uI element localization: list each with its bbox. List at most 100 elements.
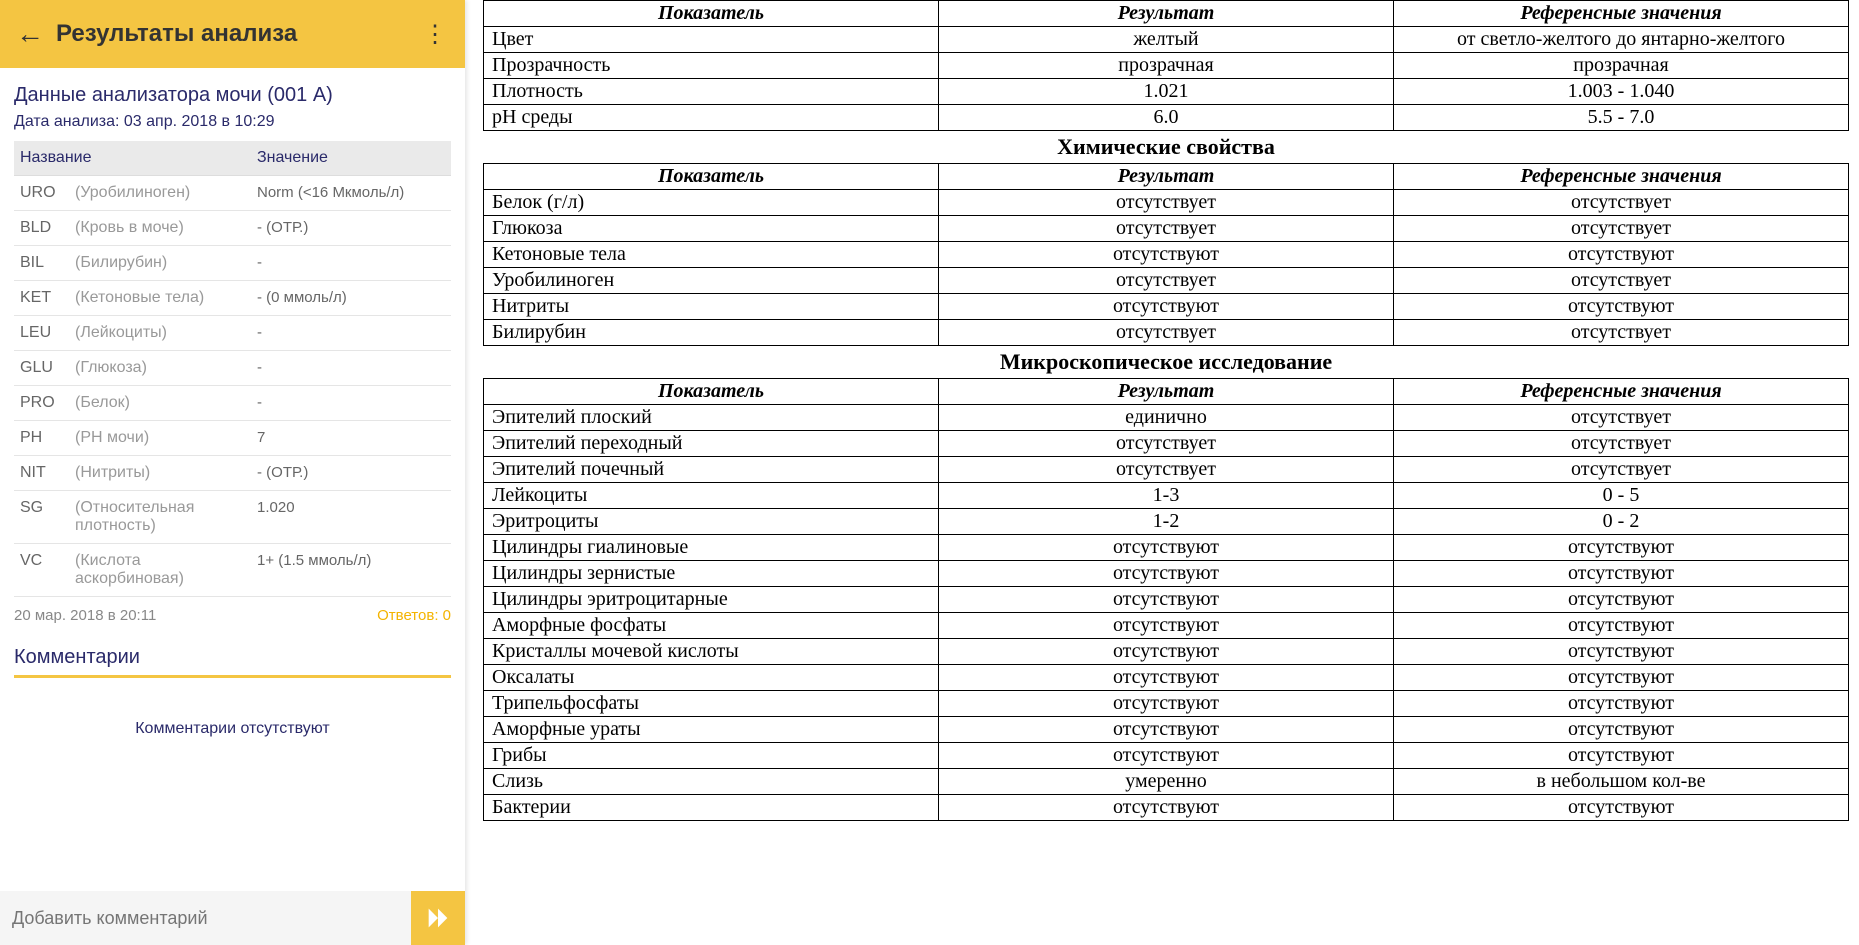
cell-reference: отсутствует — [1394, 457, 1849, 483]
cell-reference: отсутствуют — [1394, 587, 1849, 613]
content-area: Данные анализатора мочи (001 А) Дата ана… — [0, 68, 465, 891]
cell-result: отсутствуют — [939, 717, 1394, 743]
no-comments-text: Комментарии отсутствуют — [14, 708, 451, 768]
table-row: Плотность 1.021 1.003 - 1.040 — [484, 79, 1849, 105]
row-desc: (Глюкоза) — [69, 351, 251, 386]
cell-reference: 1.003 - 1.040 — [1394, 79, 1849, 105]
table-row: Слизь умеренно в небольшом кол-ве — [484, 769, 1849, 795]
col-indicator: Показатель — [484, 1, 939, 27]
document-panel: Показатель Результат Референсные значени… — [465, 0, 1859, 945]
cell-indicator: Глюкоза — [484, 216, 939, 242]
table-row: Нитриты отсутствуют отсутствуют — [484, 294, 1849, 320]
row-desc: (Кетоновые тела) — [69, 281, 251, 316]
divider-accent — [14, 675, 451, 678]
cell-result: отсутствуют — [939, 691, 1394, 717]
cell-result: отсутствуют — [939, 294, 1394, 320]
cell-indicator: Цвет — [484, 27, 939, 53]
cell-reference: от светло-желтого до янтарно-желтого — [1394, 27, 1849, 53]
table-row: Грибы отсутствуют отсутствуют — [484, 743, 1849, 769]
table-row[interactable]: BLD (Кровь в моче) - (ОТР.) — [14, 211, 451, 246]
cell-reference: отсутствуют — [1394, 743, 1849, 769]
cell-result: отсутствуют — [939, 242, 1394, 268]
cell-reference: отсутствуют — [1394, 717, 1849, 743]
send-button[interactable] — [411, 891, 465, 945]
cell-reference: отсутствует — [1394, 216, 1849, 242]
cell-indicator: Кетоновые тела — [484, 242, 939, 268]
col-result: Результат — [939, 1, 1394, 27]
row-value: - — [251, 316, 451, 351]
table-row: Белок (г/л) отсутствует отсутствует — [484, 190, 1849, 216]
row-value: - (ОТР.) — [251, 211, 451, 246]
row-desc: (Лейкоциты) — [69, 316, 251, 351]
cell-reference: отсутствуют — [1394, 561, 1849, 587]
col-indicator: Показатель — [484, 379, 939, 405]
row-desc: (Белок) — [69, 386, 251, 421]
table-row[interactable]: SG (Относительная плотность) 1.020 — [14, 491, 451, 544]
cell-indicator: Уробилиноген — [484, 268, 939, 294]
cell-indicator: Плотность — [484, 79, 939, 105]
table-row: Оксалаты отсутствуют отсутствуют — [484, 665, 1849, 691]
table-row: Цвет желтый от светло-желтого до янтарно… — [484, 27, 1849, 53]
table-row[interactable]: KET (Кетоновые тела) - (0 ммоль/л) — [14, 281, 451, 316]
table-row: Билирубин отсутствует отсутствует — [484, 320, 1849, 346]
cell-reference: в небольшом кол-ве — [1394, 769, 1849, 795]
table-row[interactable]: NIT (Нитриты) - (ОТР.) — [14, 456, 451, 491]
cell-indicator: Слизь — [484, 769, 939, 795]
row-value: - (0 ммоль/л) — [251, 281, 451, 316]
cell-result: умеренно — [939, 769, 1394, 795]
comments-title: Комментарии — [14, 646, 451, 669]
row-value: - (ОТР.) — [251, 456, 451, 491]
table-row[interactable]: PH (PH мочи) 7 — [14, 421, 451, 456]
cell-indicator: Лейкоциты — [484, 483, 939, 509]
cell-result: отсутствуют — [939, 639, 1394, 665]
col-result: Результат — [939, 379, 1394, 405]
cell-indicator: Грибы — [484, 743, 939, 769]
table-row: Эпителий плоский единично отсутствует — [484, 405, 1849, 431]
cell-indicator: Эпителий переходный — [484, 431, 939, 457]
cell-indicator: pH среды — [484, 105, 939, 131]
comment-input-wrap — [0, 891, 465, 945]
cell-result: отсутствуют — [939, 665, 1394, 691]
section-title: Данные анализатора мочи (001 А) — [14, 84, 451, 107]
table-row[interactable]: PRO (Белок) - — [14, 386, 451, 421]
cell-reference: отсутствует — [1394, 405, 1849, 431]
table-row[interactable]: VC (Кислота аскорбиновая) 1+ (1.5 ммоль/… — [14, 544, 451, 597]
cell-indicator: Кристаллы мочевой кислоты — [484, 639, 939, 665]
footer-answers-count[interactable]: Ответов: 0 — [377, 607, 451, 624]
cell-indicator: Аморфные фосфаты — [484, 613, 939, 639]
row-code: SG — [14, 491, 69, 544]
cell-reference: 0 - 5 — [1394, 483, 1849, 509]
footer-timestamp: 20 мар. 2018 в 20:11 — [14, 607, 156, 624]
cell-indicator: Нитриты — [484, 294, 939, 320]
table-row[interactable]: LEU (Лейкоциты) - — [14, 316, 451, 351]
col-header-value: Значение — [251, 141, 451, 176]
results-table: Название Значение URO (Уробилиноген) Nor… — [14, 141, 451, 597]
more-icon[interactable]: ⋮ — [423, 20, 447, 49]
cell-indicator: Бактерии — [484, 795, 939, 821]
cell-result: 6.0 — [939, 105, 1394, 131]
cell-reference: отсутствуют — [1394, 535, 1849, 561]
table-row: Глюкоза отсутствует отсутствует — [484, 216, 1849, 242]
comment-input[interactable] — [0, 908, 411, 929]
row-code: PH — [14, 421, 69, 456]
back-arrow-icon[interactable]: ← — [16, 18, 56, 50]
table-row: Эритроциты 1-2 0 - 2 — [484, 509, 1849, 535]
row-desc: (Уробилиноген) — [69, 176, 251, 211]
row-code: PRO — [14, 386, 69, 421]
cell-reference: отсутствуют — [1394, 795, 1849, 821]
row-code: GLU — [14, 351, 69, 386]
row-code: NIT — [14, 456, 69, 491]
cell-indicator: Цилиндры зернистые — [484, 561, 939, 587]
table-row: Эпителий переходный отсутствует отсутств… — [484, 431, 1849, 457]
cell-reference: отсутствует — [1394, 320, 1849, 346]
table-row[interactable]: GLU (Глюкоза) - — [14, 351, 451, 386]
table-row[interactable]: URO (Уробилиноген) Norm (<16 Мкмоль/л) — [14, 176, 451, 211]
cell-result: 1-2 — [939, 509, 1394, 535]
row-desc: (Билирубин) — [69, 246, 251, 281]
cell-result: отсутствуют — [939, 613, 1394, 639]
appbar-title: Результаты анализа — [56, 20, 297, 48]
row-value: 1.020 — [251, 491, 451, 544]
cell-result: прозрачная — [939, 53, 1394, 79]
table-row[interactable]: BIL (Билирубин) - — [14, 246, 451, 281]
row-value: - — [251, 386, 451, 421]
